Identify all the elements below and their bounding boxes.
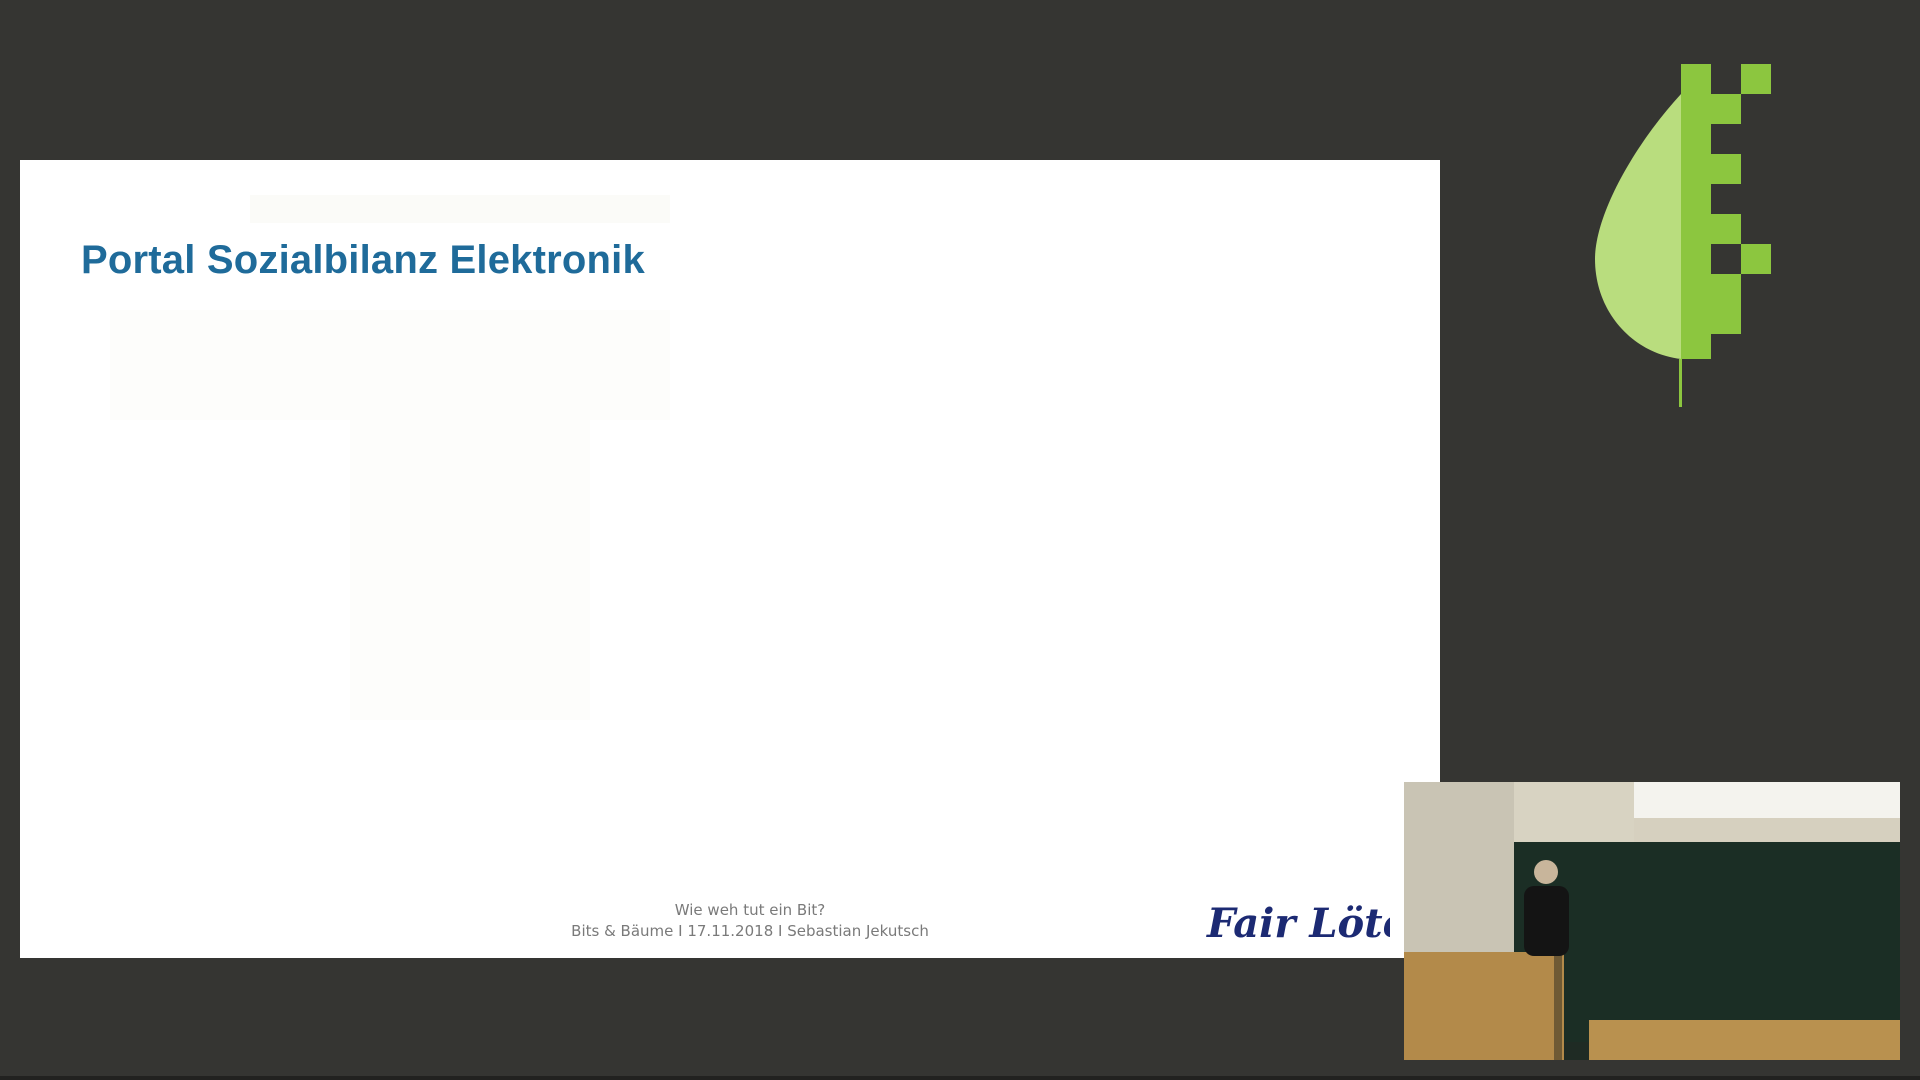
talk-title: Wie weh tut ein Bit? <box>674 901 826 919</box>
speaker-camera-feed <box>1404 782 1900 1060</box>
leaf-pixel-icon <box>1595 64 1771 407</box>
talk-meta: Bits & Bäume I 17.11.2018 I Sebastian Je… <box>571 922 929 940</box>
slide-title: Portal Sozialbilanz Elektronik <box>81 238 645 282</box>
fairloetet-logo-text: Fair Lötet <box>1206 900 1390 947</box>
fairloetet-logo: Fair Lötet <box>1206 900 1390 947</box>
slide-ghost-image <box>350 420 590 720</box>
slide-footer: Wie weh tut ein Bit? Bits & Bäume I 17.1… <box>470 900 1030 942</box>
presentation-slide: Portal Sozialbilanz Elektronik Wie weh t… <box>20 160 1440 958</box>
bottom-bar <box>0 1076 1920 1080</box>
slide-ghost-image <box>250 195 670 223</box>
speaker-video-image <box>1404 782 1900 1060</box>
video-frame: Portal Sozialbilanz Elektronik Wie weh t… <box>0 0 1920 1080</box>
slide-ghost-image <box>110 310 670 420</box>
